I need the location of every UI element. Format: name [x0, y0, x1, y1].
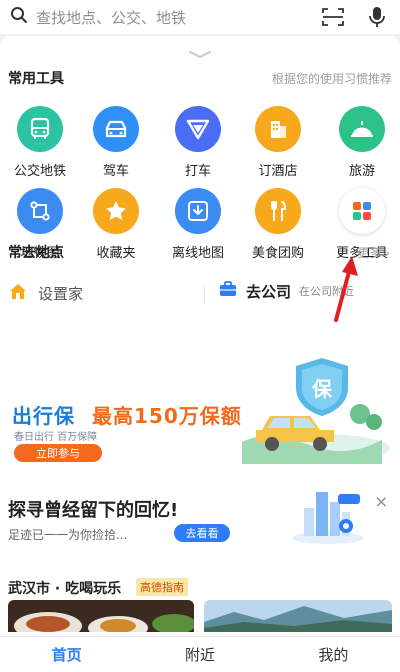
banner-sub: 春日出行 百万保障 — [14, 432, 98, 443]
food-icon — [255, 188, 301, 234]
hotel-icon — [255, 106, 301, 152]
banner-join-button[interactable]: 立即参与 — [14, 444, 102, 462]
tools-header: 常用工具 根据您的使用习惯推荐 — [8, 68, 392, 88]
city-guide: 武汉市 · 吃喝玩乐 高德指南 — [0, 566, 400, 632]
more-tools-icon — [339, 188, 385, 234]
offline-map-icon — [175, 188, 221, 234]
landscape-photo-card[interactable] — [204, 600, 392, 632]
scan-icon[interactable] — [320, 4, 346, 30]
banner-shield-text: 保 — [311, 377, 333, 401]
frequent-more-link[interactable]: 更多 › — [357, 244, 390, 261]
insurance-banner[interactable]: 出行保 最高150万保额 春日出行 百万保障 立即参与 保 — [0, 348, 400, 468]
frequent-title: 常去地点 — [8, 245, 64, 261]
city-illustration — [292, 492, 364, 544]
memory-view-button[interactable]: 去看看 — [174, 524, 230, 542]
search-input[interactable]: 查找地点、公交、地铁 — [36, 7, 302, 28]
city-guide-tag: 高德指南 — [136, 578, 188, 596]
food-photo-card[interactable] — [8, 600, 194, 632]
tool-label: 订酒店 — [258, 164, 298, 179]
go-company-label: 去公司 — [246, 282, 292, 301]
tab-nearby[interactable]: 附近 — [133, 637, 266, 672]
company-sub-label: 在公司附近 — [299, 285, 355, 298]
memory-sub: 足迹已一一为你捡拾... — [8, 528, 128, 542]
banner-brand: 出行保 — [12, 404, 75, 428]
city-title: 武汉市 · 吃喝玩乐 — [8, 581, 122, 597]
tool-bus-subway[interactable]: 公交地铁 — [0, 106, 80, 179]
search-icon — [10, 6, 28, 28]
bus-icon — [17, 106, 63, 152]
taxi-icon — [175, 106, 221, 152]
car-icon — [93, 106, 139, 152]
home-icon — [8, 282, 28, 304]
tool-taxi[interactable]: 打车 — [158, 106, 238, 179]
memory-card[interactable]: 探寻曾经留下的回忆! 足迹已一一为你捡拾... 去看看 × — [0, 478, 400, 552]
banner-slogan: 最高150万保额 — [92, 404, 242, 428]
tool-hotel[interactable]: 订酒店 — [238, 106, 318, 179]
drag-handle-icon[interactable] — [188, 44, 212, 59]
briefcase-icon — [218, 280, 238, 302]
car-shield-illustration: 保 — [242, 358, 390, 464]
star-icon — [93, 188, 139, 234]
tool-label: 打车 — [184, 164, 211, 179]
tool-drive[interactable]: 驾车 — [76, 106, 156, 179]
bottom-tab-bar: 首页 附近 我的 — [0, 636, 400, 672]
tool-label: 公交地铁 — [13, 164, 66, 179]
tool-label: 旅游 — [348, 164, 375, 179]
travel-icon — [339, 106, 385, 152]
tools-hint: 根据您的使用习惯推荐 — [271, 71, 392, 86]
go-company-button[interactable]: 去公司 在公司附近 — [218, 280, 354, 302]
set-home-button[interactable]: 设置家 — [8, 282, 83, 304]
tab-mine[interactable]: 我的 — [267, 637, 400, 672]
memory-title: 探寻曾经留下的回忆! — [8, 500, 179, 521]
tool-travel[interactable]: 旅游 — [322, 106, 400, 179]
divider — [204, 284, 205, 304]
subway-map-icon — [17, 188, 63, 234]
set-home-label: 设置家 — [38, 284, 84, 303]
tool-label: 驾车 — [102, 164, 129, 179]
tab-home[interactable]: 首页 — [0, 637, 133, 672]
tools-title: 常用工具 — [8, 71, 64, 87]
search-bar[interactable]: 查找地点、公交、地铁 — [0, 0, 400, 34]
microphone-icon[interactable] — [364, 4, 390, 30]
memory-close-button[interactable]: × — [375, 492, 388, 511]
frequent-places: 常去地点 更多 › 设置家 去公司 在公司附近 — [0, 232, 400, 322]
